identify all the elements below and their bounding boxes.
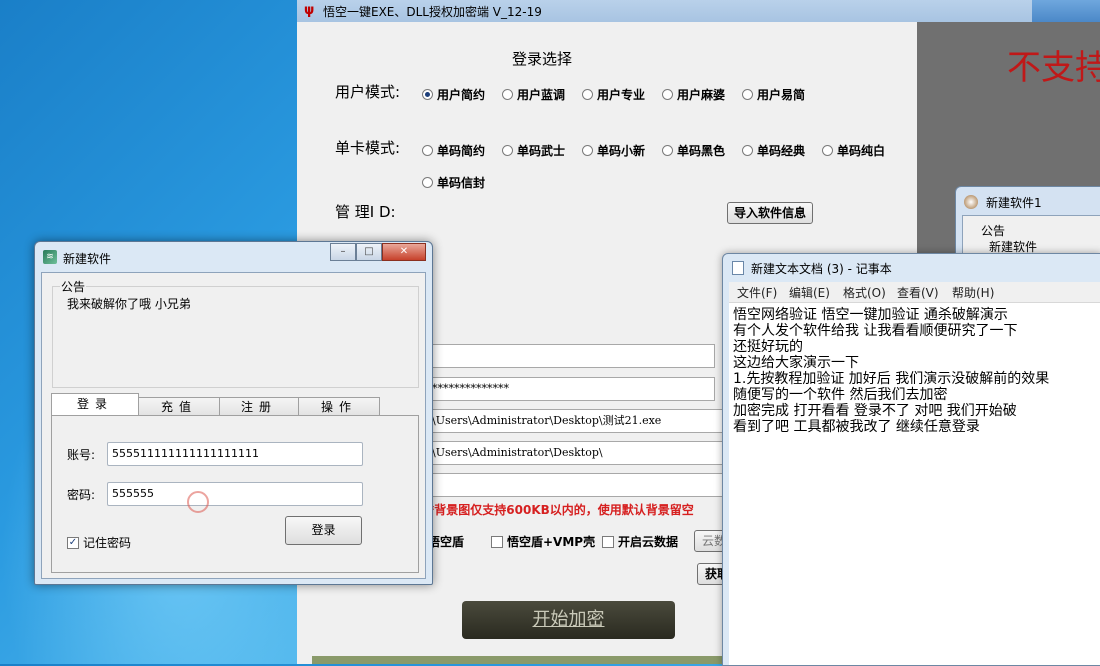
radio-card-simple[interactable]: 单码简约 bbox=[422, 142, 485, 159]
password-label: 密码: bbox=[67, 488, 96, 502]
login-tab-page: 账号: 555511111111111111111 密码: 555555 ✓ 记住… bbox=[51, 415, 419, 573]
checkmark-icon: ✓ bbox=[67, 536, 79, 549]
menu-file[interactable]: 文件(F) bbox=[737, 284, 777, 301]
minimize-button[interactable]: – bbox=[330, 243, 356, 261]
notepad-title: 新建文本文档 (3) - 记事本 bbox=[751, 262, 892, 276]
window-controls[interactable] bbox=[1032, 0, 1100, 22]
tab-recharge[interactable]: 充值 bbox=[138, 397, 220, 415]
password-input[interactable]: 555555 bbox=[107, 482, 363, 506]
main-window-title: 悟空一键EXE、DLL授权加密端 V_12-19 bbox=[323, 5, 542, 19]
output-dir-field[interactable]: \Users\Administrator\Desktop\ bbox=[429, 441, 727, 465]
radio-card-samurai[interactable]: 单码武士 bbox=[502, 142, 565, 159]
password-field[interactable]: ************** bbox=[429, 377, 715, 401]
radio-icon bbox=[662, 145, 673, 156]
radio-icon bbox=[582, 89, 593, 100]
login-select-heading: 登录选择 bbox=[512, 50, 573, 68]
user-mode-label: 用户模式: bbox=[335, 83, 401, 101]
start-encrypt-button[interactable]: 开始加密 bbox=[462, 601, 675, 639]
notepad-menubar: 文件(F) 编辑(E) 格式(O) 查看(V) 帮助(H) bbox=[729, 282, 1100, 303]
radio-card-envelope[interactable]: 单码信封 bbox=[422, 174, 485, 191]
side-banner-text: 不支持 bbox=[1007, 48, 1100, 88]
radio-selected-icon bbox=[422, 89, 433, 100]
import-software-info-button[interactable]: 导入软件信息 bbox=[727, 202, 813, 224]
exe-path-field[interactable]: \Users\Administrator\Desktop\测试21.exe bbox=[429, 409, 727, 433]
tab-register[interactable]: 注册 bbox=[219, 397, 299, 415]
app-logo-icon: ψ bbox=[304, 3, 315, 18]
dialog-body: 公告 我来破解你了哦 小兄弟 登录 充值 注册 操作 账号: 555511111… bbox=[41, 272, 426, 579]
menu-view[interactable]: 查看(V) bbox=[897, 284, 939, 301]
login-dialog: ≋ 新建软件 – □ ✕ 公告 我来破解你了哦 小兄弟 登录 充值 注册 操作 … bbox=[34, 241, 433, 585]
radio-icon bbox=[582, 145, 593, 156]
radio-user-mapo[interactable]: 用户麻婆 bbox=[662, 86, 725, 103]
text-line: 1.先按教程加验证 加好后 我们演示没破解前的效果 bbox=[733, 371, 1050, 387]
radio-user-easy[interactable]: 用户易简 bbox=[742, 86, 805, 103]
admin-id-field[interactable] bbox=[429, 344, 715, 368]
radio-card-white[interactable]: 单码纯白 bbox=[822, 142, 885, 159]
notepad-window: 新建文本文档 (3) - 记事本 文件(F) 编辑(E) 格式(O) 查看(V)… bbox=[722, 253, 1100, 666]
radio-user-pro[interactable]: 用户专业 bbox=[582, 86, 645, 103]
login-button[interactable]: 登录 bbox=[285, 516, 362, 545]
radio-icon bbox=[502, 145, 513, 156]
account-input[interactable]: 555511111111111111111 bbox=[107, 442, 363, 466]
notepad-icon bbox=[732, 261, 744, 275]
option-wukong-vmp[interactable]: 悟空盾+VMP壳 bbox=[491, 533, 595, 550]
background-warning-text: *背景图仅支持600KB以内的，使用默认背景留空 bbox=[428, 503, 694, 517]
radio-card-xiaoxin[interactable]: 单码小新 bbox=[582, 142, 645, 159]
app-icon: ≋ bbox=[43, 250, 57, 264]
radio-icon bbox=[502, 89, 513, 100]
remember-password-checkbox[interactable]: ✓ 记住密码 bbox=[67, 534, 131, 551]
radio-icon bbox=[822, 145, 833, 156]
notice-label: 公告 bbox=[60, 278, 87, 295]
radio-icon bbox=[422, 145, 433, 156]
radio-icon bbox=[742, 89, 753, 100]
text-line: 这边给大家演示一下 bbox=[733, 355, 859, 371]
menu-edit[interactable]: 编辑(E) bbox=[789, 284, 830, 301]
notice-text: 我来破解你了哦 小兄弟 bbox=[67, 297, 191, 311]
background-image-field[interactable] bbox=[429, 473, 727, 497]
radio-card-classic[interactable]: 单码经典 bbox=[742, 142, 805, 159]
main-title-bar[interactable]: ψ 悟空一键EXE、DLL授权加密端 V_12-19 bbox=[297, 0, 1100, 22]
text-line: 随便写的一个软件 然后我们去加密 bbox=[733, 387, 948, 403]
app-icon bbox=[964, 195, 978, 209]
close-button[interactable]: ✕ bbox=[382, 243, 426, 261]
option-wukong-shield[interactable]: 悟空盾 bbox=[428, 533, 464, 550]
option-cloud-data[interactable]: 开启云数据 bbox=[602, 533, 678, 550]
dialog-title: 新建软件 bbox=[63, 252, 112, 266]
tab-operate[interactable]: 操作 bbox=[298, 397, 380, 415]
text-line: 悟空网络验证 悟空一键加验证 通杀破解演示 bbox=[733, 307, 1008, 323]
window2-title: 新建软件1 bbox=[986, 196, 1042, 210]
admin-id-label: 管 理I D: bbox=[335, 203, 396, 221]
radio-icon bbox=[662, 89, 673, 100]
text-line: 加密完成 打开看看 登录不了 对吧 我们开始破 bbox=[733, 403, 1017, 419]
radio-icon bbox=[742, 145, 753, 156]
checkbox-icon bbox=[602, 535, 614, 548]
radio-user-simple[interactable]: 用户简约 bbox=[422, 86, 485, 103]
checkbox-icon bbox=[491, 535, 503, 548]
text-line: 有个人发个软件给我 让我看看顺便研究了一下 bbox=[733, 323, 1018, 339]
text-line: 看到了吧 工具都被我改了 继续任意登录 bbox=[733, 419, 980, 435]
window2-notice-label: 公告 bbox=[981, 224, 1006, 238]
tab-login[interactable]: 登录 bbox=[51, 393, 139, 415]
menu-format[interactable]: 格式(O) bbox=[843, 284, 886, 301]
radio-user-blue[interactable]: 用户蓝调 bbox=[502, 86, 565, 103]
radio-icon bbox=[422, 177, 433, 188]
maximize-button[interactable]: □ bbox=[356, 243, 382, 261]
mouse-cursor-indicator bbox=[187, 491, 209, 513]
dialog-title-bar[interactable]: ≋ 新建软件 – □ ✕ bbox=[35, 242, 432, 272]
text-line: 还挺好玩的 bbox=[733, 339, 803, 355]
card-mode-label: 单卡模式: bbox=[335, 139, 401, 157]
menu-help[interactable]: 帮助(H) bbox=[952, 284, 994, 301]
account-label: 账号: bbox=[67, 448, 96, 462]
notepad-text-area[interactable]: 悟空网络验证 悟空一键加验证 通杀破解演示 有个人发个软件给我 让我看看顺便研究… bbox=[729, 303, 1100, 665]
radio-card-black[interactable]: 单码黑色 bbox=[662, 142, 725, 159]
